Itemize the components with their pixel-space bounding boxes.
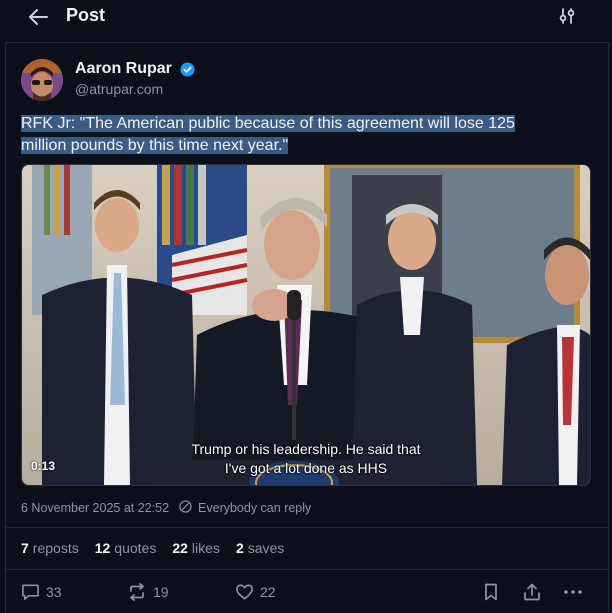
reply-count: 33: [46, 584, 62, 600]
post-stats: 7 reposts 12 quotes 22 likes 2 saves: [21, 540, 284, 556]
avatar[interactable]: [21, 59, 63, 101]
quotes-stat[interactable]: 12 quotes: [95, 540, 157, 556]
post-meta: 6 November 2025 at 22:52 Everybody can r…: [21, 500, 311, 516]
likes-stat[interactable]: 22 likes: [172, 540, 220, 556]
reply-button[interactable]: 33: [21, 583, 62, 601]
quotes-count: 12: [94, 540, 111, 556]
divider: [5, 527, 607, 528]
post-timestamp: 6 November 2025 at 22:52: [21, 501, 170, 515]
thread-options-button[interactable]: [558, 7, 580, 27]
page-title: Post: [66, 5, 106, 25]
post-text: RFK Jr: "The American public because of …: [21, 113, 581, 157]
video-frame: [22, 165, 590, 485]
repost-count: 19: [153, 584, 169, 600]
sliders-icon: [559, 8, 575, 24]
reposts-stat[interactable]: 7 reposts: [21, 540, 79, 556]
divider: [5, 569, 607, 570]
post-text-line-1: RFK Jr: "The American public because of …: [21, 115, 515, 132]
caption-line-1: Trump or his leadership. He said that: [191, 441, 421, 457]
more-options-button[interactable]: [563, 583, 583, 601]
author-name[interactable]: Aaron Rupar: [75, 60, 172, 78]
post-actions: 33 19 22: [21, 583, 591, 605]
video-duration: 0:13: [31, 459, 56, 473]
bookmark-icon: [485, 583, 497, 601]
back-button[interactable]: [26, 6, 50, 28]
video-player[interactable]: Trump or his leadership. He said that I'…: [21, 164, 591, 486]
reply-settings-icon: [179, 500, 192, 516]
repost-button[interactable]: 19: [127, 583, 169, 601]
saves-stat[interactable]: 2 saves: [236, 540, 284, 556]
more-horizontal-icon: [564, 590, 582, 594]
like-button[interactable]: 22: [235, 583, 276, 601]
saves-label: saves: [247, 540, 285, 556]
video-caption: Trump or his leadership. He said that I'…: [22, 440, 590, 478]
post-text-line-2: million pounds by this time next year.": [21, 137, 289, 154]
share-icon: [524, 583, 540, 601]
bookmark-button[interactable]: [483, 583, 499, 601]
quotes-label: quotes: [114, 540, 157, 556]
reposts-count: 7: [21, 540, 29, 556]
verified-badge-icon: [180, 62, 195, 77]
caption-line-2: I've got a lot done as HHS: [224, 460, 388, 476]
like-count: 22: [260, 584, 276, 600]
top-bar: Post: [0, 0, 612, 34]
arrow-left-icon: [29, 9, 48, 25]
author-handle[interactable]: @atrupar.com: [75, 81, 163, 97]
reply-icon: [22, 584, 39, 600]
saves-count: 2: [235, 540, 244, 556]
likes-label: likes: [191, 540, 220, 556]
repost-icon: [130, 583, 144, 601]
likes-count: 22: [172, 540, 188, 556]
share-button[interactable]: [523, 583, 541, 601]
reposts-label: reposts: [32, 540, 79, 556]
reply-setting-text[interactable]: Everybody can reply: [198, 501, 311, 515]
heart-icon: [236, 584, 253, 600]
